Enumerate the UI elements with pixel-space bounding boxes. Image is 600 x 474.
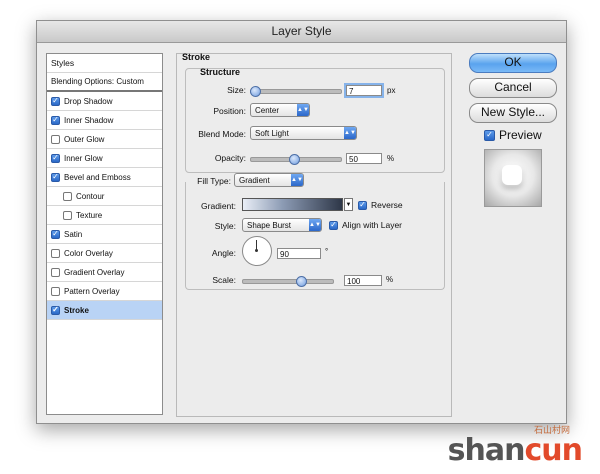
style-item-label: Drop Shadow [64,96,113,106]
position-select[interactable]: Center ▲▼ [250,103,310,117]
angle-unit: ° [325,247,329,256]
gradient-style-value: Shape Burst [247,221,292,230]
size-slider[interactable] [250,89,342,94]
dropdown-arrow-icon: ▲▼ [344,127,356,139]
style-item-label: Outer Glow [64,134,105,144]
style-item-label: Texture [76,210,103,220]
blend-mode-label: Blend Mode: [198,129,246,139]
watermark-logo: shancun [447,433,583,468]
align-with-layer-label: Align with Layer [342,220,403,230]
style-item-label: Color Overlay [64,248,113,258]
angle-input[interactable]: 90 [277,248,321,259]
layer-style-dialog: Layer Style Styles Blending Options: Cus… [36,20,567,424]
style-item-label: Stroke [64,305,89,315]
gradient-preview[interactable] [242,198,343,211]
style-item-satin[interactable]: ✓ Satin [47,225,162,244]
dropdown-arrow-icon: ▲▼ [309,219,321,231]
style-label: Style: [214,221,236,231]
scale-slider[interactable] [242,279,334,284]
angle-label: Angle: [211,248,236,258]
stroke-settings-panel: Stroke Structure Size: 7 px Position: Ce… [176,52,452,417]
opacity-input[interactable]: 50 [346,153,382,164]
opacity-unit: % [387,154,395,163]
structure-title: Structure [200,67,241,77]
watermark-part2: cun [524,433,583,468]
style-item-label: Bevel and Emboss [64,172,131,182]
size-slider-knob[interactable] [250,86,261,97]
checkbox-icon[interactable] [51,286,60,296]
size-input[interactable]: 7 [344,83,384,98]
scale-slider-knob[interactable] [296,276,307,287]
opacity-slider-knob[interactable] [289,154,300,165]
checkbox-icon[interactable]: ✓ [329,220,338,230]
checkbox-icon[interactable]: ✓ [51,305,60,315]
size-unit: px [387,86,396,95]
preview-label: Preview [499,128,542,142]
gradient-style-select[interactable]: Shape Burst ▲▼ [242,218,322,232]
fill-group: Gradient: ▼ ✓ Reverse Style: Shape Burst… [185,182,445,290]
style-item-label: Pattern Overlay [64,286,120,296]
style-item-inner-glow[interactable]: ✓ Inner Glow [47,149,162,168]
style-item-drop-shadow[interactable]: ✓ Drop Shadow [47,92,162,111]
ok-button[interactable]: OK [469,53,557,73]
styles-header[interactable]: Styles [47,54,162,73]
style-item-contour[interactable]: Contour [47,187,162,206]
cancel-button[interactable]: Cancel [469,78,557,98]
style-item-label: Inner Shadow [64,115,114,125]
style-item-pattern-overlay[interactable]: Pattern Overlay [47,282,162,301]
watermark-part1: shan [447,433,526,468]
structure-group: Structure Size: 7 px Position: Center ▲▼… [185,67,445,173]
preview-swatch [502,165,522,185]
checkbox-icon[interactable]: ✓ [358,200,367,210]
size-label: Size: [227,85,246,95]
reverse-checkbox[interactable]: ✓ Reverse [358,200,403,210]
opacity-label: Opacity: [214,153,246,163]
style-item-stroke[interactable]: ✓ Stroke [47,301,162,320]
blend-mode-select[interactable]: Soft Light ▲▼ [250,126,357,140]
styles-list: Styles Blending Options: Custom ✓ Drop S… [46,53,163,415]
reverse-label: Reverse [371,200,403,210]
angle-center [255,249,258,252]
style-item-outer-glow[interactable]: Outer Glow [47,130,162,149]
checkbox-icon[interactable] [51,267,60,277]
style-item-gradient-overlay[interactable]: Gradient Overlay [47,263,162,282]
style-item-bevel-emboss[interactable]: ✓ Bevel and Emboss [47,168,162,187]
new-style-button[interactable]: New Style... [469,103,557,123]
style-item-inner-shadow[interactable]: ✓ Inner Shadow [47,111,162,130]
checkbox-icon[interactable] [63,210,72,220]
angle-dial[interactable] [242,236,272,266]
gradient-label: Gradient: [201,201,236,211]
checkbox-icon[interactable]: ✓ [51,172,60,182]
scale-label: Scale: [212,275,236,285]
style-preview-thumbnail [484,149,542,207]
checkbox-icon[interactable]: ✓ [51,115,60,125]
checkbox-icon[interactable]: ✓ [51,229,60,239]
style-item-color-overlay[interactable]: Color Overlay [47,244,162,263]
blend-mode-value: Soft Light [255,129,289,138]
scale-unit: % [386,275,394,284]
style-item-label: Contour [76,191,105,201]
preview-checkbox[interactable]: ✓ Preview [484,128,542,142]
position-value: Center [255,106,280,115]
style-item-label: Inner Glow [64,153,103,163]
align-with-layer-checkbox[interactable]: ✓ Align with Layer [329,220,402,230]
dropdown-arrow-icon: ▲▼ [297,104,309,116]
style-item-label: Gradient Overlay [64,267,125,277]
checkbox-icon[interactable] [51,248,60,258]
scale-input[interactable]: 100 [344,275,382,286]
style-item-texture[interactable]: Texture [47,206,162,225]
blending-options[interactable]: Blending Options: Custom [47,73,162,92]
checkbox-icon[interactable]: ✓ [51,96,60,106]
position-label: Position: [213,106,246,116]
checkbox-icon[interactable] [51,134,60,144]
gradient-dropdown-arrow-icon[interactable]: ▼ [344,198,353,211]
stroke-title: Stroke [182,52,211,62]
style-item-label: Satin [64,229,83,239]
checkbox-icon[interactable] [63,191,72,201]
checkbox-icon[interactable]: ✓ [51,153,60,163]
dialog-title: Layer Style [37,21,566,43]
checkbox-icon[interactable]: ✓ [484,129,495,141]
